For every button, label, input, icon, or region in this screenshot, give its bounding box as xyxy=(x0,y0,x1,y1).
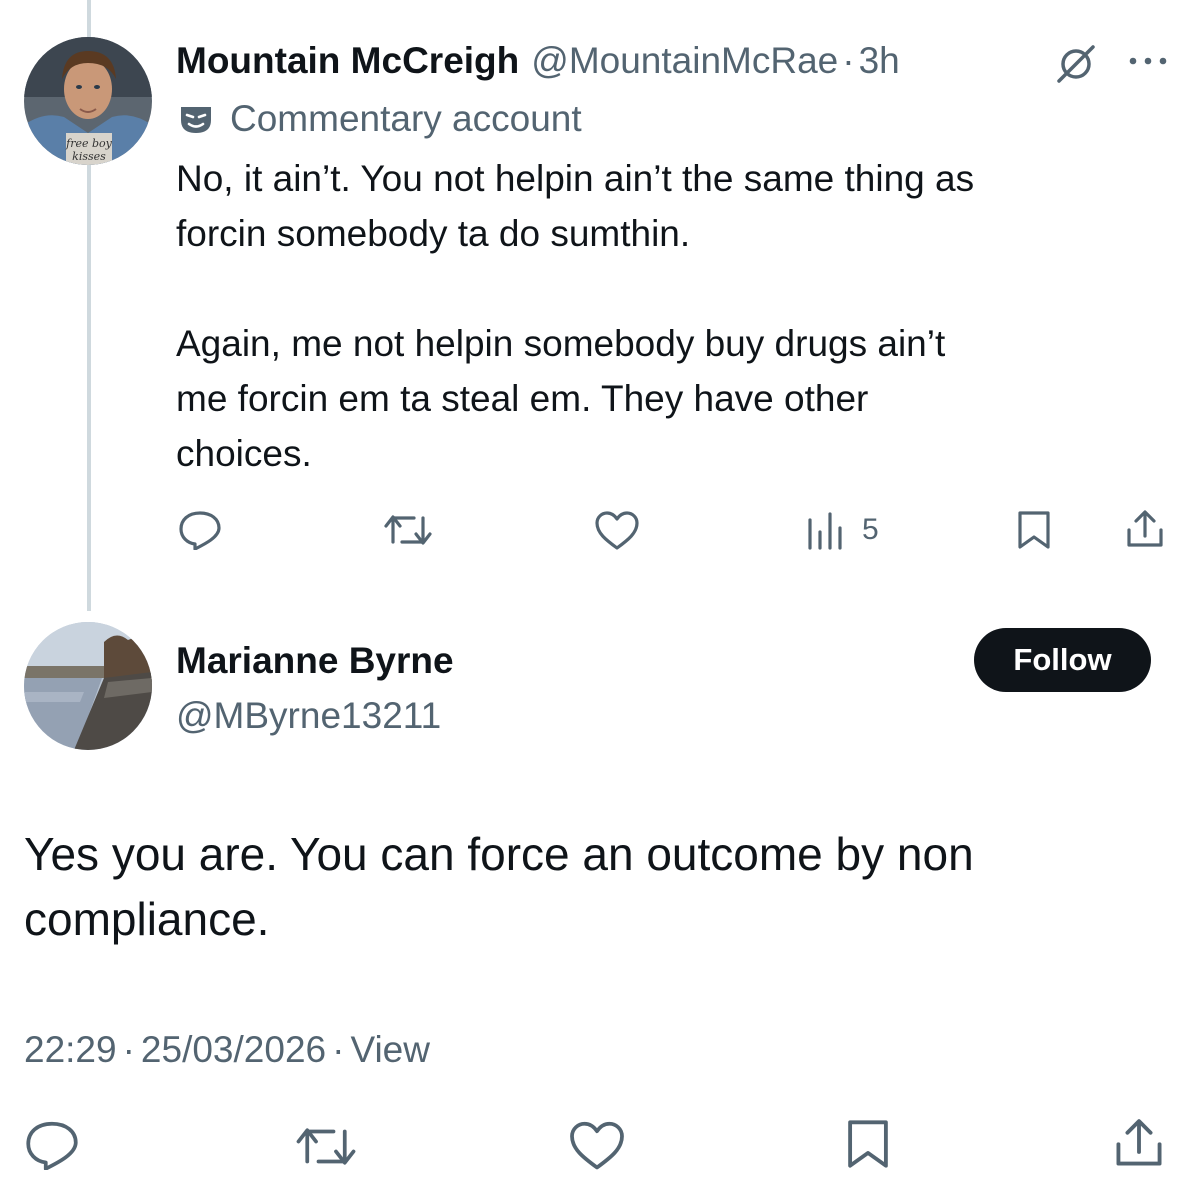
tweet-text-line: compliance. xyxy=(24,893,270,945)
tweet-text: Yes you are. You can force an outcome by… xyxy=(24,822,974,952)
tweet-text: No, it ain’t. You not helpin ain’t the s… xyxy=(176,151,974,481)
avatar[interactable] xyxy=(24,622,152,750)
view-link[interactable]: View xyxy=(350,1029,430,1071)
tweet-text-line: Yes you are. You can force an outcome by… xyxy=(24,828,974,880)
follow-button[interactable]: Follow xyxy=(974,628,1151,692)
avatar-shirt-text: kisses xyxy=(72,150,106,163)
reply-header: Mountain McCreigh @MountainMcRae · 3h xyxy=(176,36,1176,86)
tweet-time[interactable]: 22:29 xyxy=(24,1029,117,1071)
commentary-mask-icon xyxy=(178,104,214,136)
share-icon[interactable] xyxy=(1124,508,1166,550)
retweet-icon[interactable] xyxy=(296,1124,356,1169)
separator: · xyxy=(332,1029,345,1070)
views-icon[interactable] xyxy=(806,512,846,550)
tweet-meta: 22:29 · 25/03/2026 · View xyxy=(24,1024,430,1076)
author-name[interactable]: Marianne Byrne xyxy=(176,637,454,685)
author-name[interactable]: Mountain McCreigh xyxy=(176,40,519,82)
author-handle[interactable]: @MByrne13211 xyxy=(176,692,441,740)
tweet-date[interactable]: 25/03/2026 xyxy=(141,1029,326,1071)
grok-icon[interactable] xyxy=(1053,43,1099,85)
avatar[interactable]: free boy kisses xyxy=(24,37,152,165)
retweet-icon[interactable] xyxy=(384,512,432,548)
separator: · xyxy=(122,1029,135,1070)
separator: · xyxy=(842,40,855,81)
bookmark-icon[interactable] xyxy=(845,1118,891,1170)
avatar-shirt-text: free boy xyxy=(65,137,113,150)
tweet-text-line: choices. xyxy=(176,433,312,474)
tweet-text-line: me forcin em ta steal em. They have othe… xyxy=(176,378,869,419)
views-count: 5 xyxy=(862,513,879,546)
tweet-text-line: forcin somebody ta do sumthin. xyxy=(176,213,691,254)
tweet-text-line: Again, me not helpin somebody buy drugs … xyxy=(176,323,946,364)
author-handle[interactable]: @MountainMcRae xyxy=(531,40,838,82)
reply-icon[interactable] xyxy=(178,510,222,550)
timestamp[interactable]: 3h xyxy=(859,40,900,82)
tweet-text-line: No, it ain’t. You not helpin ain’t the s… xyxy=(176,158,975,199)
like-icon[interactable] xyxy=(594,510,640,550)
like-icon[interactable] xyxy=(568,1120,626,1170)
share-icon[interactable] xyxy=(1112,1116,1166,1170)
bookmark-icon[interactable] xyxy=(1016,510,1052,550)
more-icon[interactable] xyxy=(1128,55,1168,67)
commentary-label: Commentary account xyxy=(230,98,582,139)
reply-icon[interactable] xyxy=(24,1120,80,1170)
